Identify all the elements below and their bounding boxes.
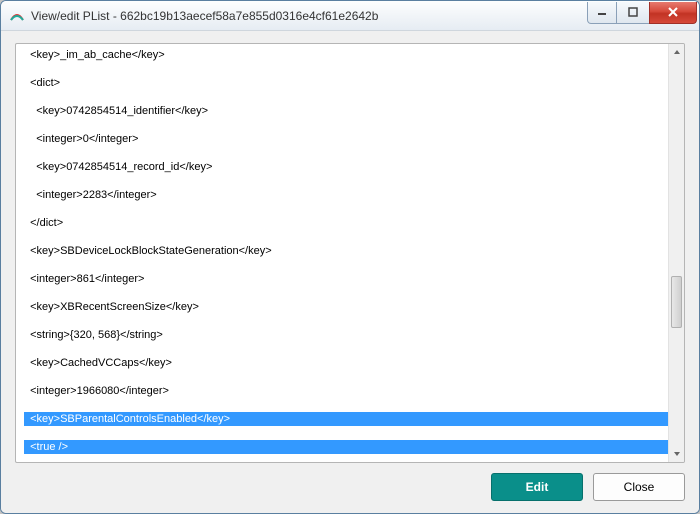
app-icon [9,8,25,24]
plist-content[interactable]: <key>_im_ab_cache</key> <dict> <key>0742… [16,44,668,462]
scroll-thumb[interactable] [671,276,682,328]
maximize-icon [628,7,638,17]
vertical-scrollbar[interactable] [668,44,684,462]
plist-textbox[interactable]: <key>_im_ab_cache</key> <dict> <key>0742… [15,43,685,463]
plist-line[interactable]: <key>XBRecentScreenSize</key> [24,300,668,314]
client-area: <key>_im_ab_cache</key> <dict> <key>0742… [1,31,699,513]
minimize-button[interactable] [587,2,617,24]
plist-line[interactable]: <integer>0</integer> [24,132,668,146]
close-window-button[interactable] [649,2,697,24]
plist-line[interactable]: </dict> [24,216,668,230]
plist-line[interactable]: <key>SBParentalControlsEnabled</key> [24,412,668,426]
chevron-up-icon [673,48,681,56]
edit-button[interactable]: Edit [491,473,583,501]
plist-line[interactable]: <integer>2283</integer> [24,188,668,202]
minimize-icon [597,7,607,17]
chevron-down-icon [673,450,681,458]
scroll-track[interactable] [669,60,684,446]
scroll-up-arrow[interactable] [669,44,684,60]
plist-line[interactable]: <integer>1966080</integer> [24,384,668,398]
close-button[interactable]: Close [593,473,685,501]
plist-line[interactable]: <key>_im_ab_cache</key> [24,48,668,62]
plist-line[interactable]: <key>CachedVCCaps</key> [24,356,668,370]
window-title: View/edit PList - 662bc19b13aecef58a7e85… [31,9,588,23]
plist-line[interactable]: <string>{320, 568}</string> [24,328,668,342]
plist-line[interactable]: <integer>861</integer> [24,272,668,286]
dialog-window: View/edit PList - 662bc19b13aecef58a7e85… [0,0,700,514]
scroll-down-arrow[interactable] [669,446,684,462]
button-row: Edit Close [15,463,685,501]
plist-line[interactable]: <true /> [24,440,668,454]
plist-line[interactable]: <key>0742854514_identifier</key> [24,104,668,118]
plist-line[interactable]: <dict> [24,76,668,90]
close-icon [667,6,679,18]
maximize-button[interactable] [616,2,650,24]
plist-line[interactable]: <key>0742854514_record_id</key> [24,160,668,174]
window-controls [588,2,699,24]
titlebar[interactable]: View/edit PList - 662bc19b13aecef58a7e85… [1,1,699,31]
plist-line[interactable]: <key>SBDeviceLockBlockStateGeneration</k… [24,244,668,258]
